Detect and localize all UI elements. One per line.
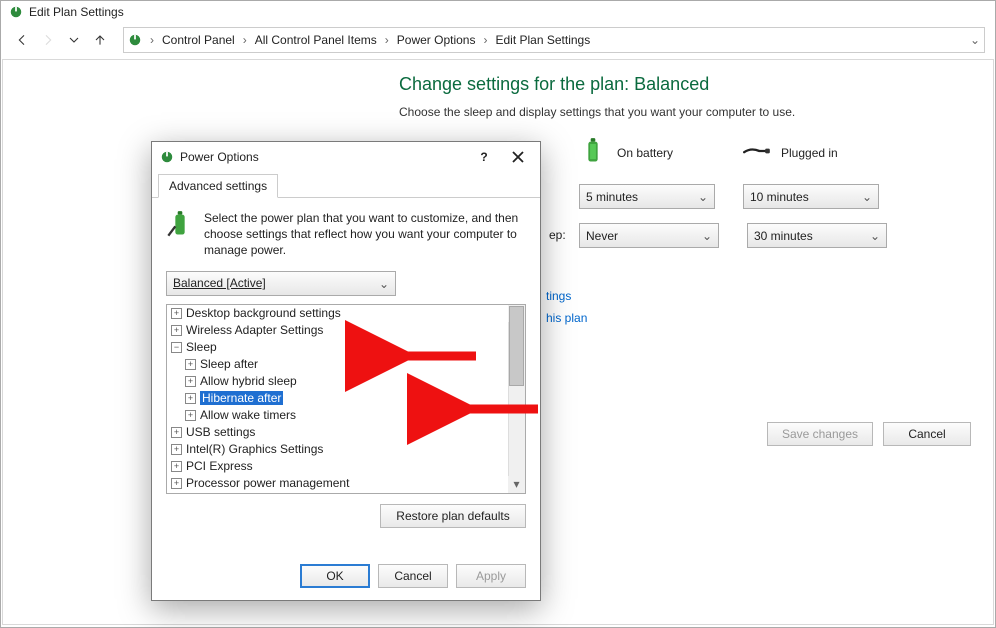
column-header-battery: On battery bbox=[617, 146, 673, 160]
tree-item[interactable]: + Processor power management bbox=[167, 475, 525, 492]
combo-value: Balanced [Active] bbox=[173, 276, 266, 290]
expand-icon[interactable]: + bbox=[171, 461, 182, 472]
tree-item-label: Intel(R) Graphics Settings bbox=[186, 442, 323, 456]
restore-defaults-link[interactable]: his plan bbox=[546, 311, 587, 325]
chevron-down-icon: ⌄ bbox=[870, 229, 880, 243]
advanced-settings-link[interactable]: tings bbox=[546, 289, 571, 303]
breadcrumb[interactable]: All Control Panel Items bbox=[255, 33, 377, 47]
row-label-sleep: ep: bbox=[549, 228, 566, 242]
tree-item-label: Processor power management bbox=[186, 476, 349, 490]
chevron-right-icon: › bbox=[146, 33, 158, 47]
breadcrumb[interactable]: Control Panel bbox=[162, 33, 235, 47]
tree-item[interactable]: + Sleep after bbox=[167, 356, 525, 373]
address-dropdown-icon[interactable]: ⌄ bbox=[970, 33, 980, 47]
expand-icon[interactable]: + bbox=[171, 325, 182, 336]
plug-icon bbox=[743, 137, 771, 168]
recent-dropdown-button[interactable] bbox=[63, 29, 85, 51]
expand-icon[interactable]: + bbox=[171, 427, 182, 438]
expand-icon[interactable]: + bbox=[171, 444, 182, 455]
tree-item-label: Wireless Adapter Settings bbox=[186, 323, 323, 337]
tree-item[interactable]: + Hibernate after bbox=[167, 390, 525, 407]
collapse-icon[interactable]: − bbox=[171, 342, 182, 353]
power-options-icon bbox=[160, 150, 174, 164]
combo-value: Never bbox=[586, 229, 618, 243]
power-plan-combo[interactable]: Balanced [Active] ⌄ bbox=[166, 271, 396, 296]
ok-button[interactable]: OK bbox=[300, 564, 370, 588]
power-options-icon bbox=[166, 210, 194, 241]
settings-tree[interactable]: + Desktop background settings + Wireless Ad… bbox=[166, 304, 526, 494]
window-titlebar: Edit Plan Settings bbox=[1, 1, 995, 23]
address-bar[interactable]: › Control Panel › All Control Panel Item… bbox=[123, 27, 985, 53]
dialog-titlebar[interactable]: Power Options ? bbox=[152, 142, 540, 172]
apply-button[interactable]: Apply bbox=[456, 564, 526, 588]
chevron-down-icon: ⌄ bbox=[698, 190, 708, 204]
tree-item-label: USB settings bbox=[186, 425, 255, 439]
dialog-description: Select the power plan that you want to c… bbox=[204, 210, 526, 259]
cancel-button[interactable]: Cancel bbox=[378, 564, 448, 588]
tree-item-label: Sleep after bbox=[200, 357, 258, 371]
cancel-button[interactable]: Cancel bbox=[883, 422, 971, 446]
scrollbar[interactable]: ▴ ▾ bbox=[508, 305, 525, 493]
scroll-down-icon[interactable]: ▾ bbox=[508, 476, 525, 493]
explorer-navbar: › Control Panel › All Control Panel Item… bbox=[1, 23, 995, 57]
expand-icon[interactable]: + bbox=[171, 478, 182, 489]
page-subtitle: Choose the sleep and display settings th… bbox=[399, 105, 879, 119]
power-options-dialog: Power Options ? Advanced settings Select… bbox=[151, 141, 541, 601]
tab-advanced-settings[interactable]: Advanced settings bbox=[158, 174, 278, 198]
expand-icon[interactable]: + bbox=[185, 393, 196, 404]
breadcrumb[interactable]: Edit Plan Settings bbox=[495, 33, 590, 47]
sleep-battery-combo[interactable]: Never ⌄ bbox=[579, 223, 719, 248]
tree-item-label: Allow hybrid sleep bbox=[200, 374, 297, 388]
back-button[interactable] bbox=[11, 29, 33, 51]
breadcrumb[interactable]: Power Options bbox=[397, 33, 476, 47]
chevron-right-icon: › bbox=[239, 33, 251, 47]
tree-item[interactable]: + USB settings bbox=[167, 424, 525, 441]
tree-item[interactable]: + Desktop background settings bbox=[167, 305, 525, 322]
expand-icon[interactable]: + bbox=[171, 308, 182, 319]
tree-item[interactable]: −Sleep bbox=[167, 339, 525, 356]
chevron-right-icon: › bbox=[479, 33, 491, 47]
expand-icon[interactable]: + bbox=[185, 410, 196, 421]
dialog-tabstrip: Advanced settings bbox=[152, 172, 540, 198]
dialog-title: Power Options bbox=[180, 150, 259, 164]
tree-item-label: Sleep bbox=[186, 340, 217, 354]
scrollbar-thumb[interactable] bbox=[509, 306, 524, 386]
tree-item-label: PCI Express bbox=[186, 459, 253, 473]
expand-icon[interactable]: + bbox=[185, 376, 196, 387]
up-button[interactable] bbox=[89, 29, 111, 51]
tree-item-label: Hibernate after bbox=[200, 391, 283, 405]
tree-item[interactable]: + PCI Express bbox=[167, 458, 525, 475]
expand-icon[interactable]: + bbox=[185, 359, 196, 370]
chevron-down-icon: ⌄ bbox=[379, 277, 389, 291]
chevron-down-icon: ⌄ bbox=[862, 190, 872, 204]
tree-item-label: Desktop background settings bbox=[186, 306, 341, 320]
page-title: Change settings for the plan: Balanced bbox=[399, 74, 879, 95]
tree-item[interactable]: + Wireless Adapter Settings bbox=[167, 322, 525, 339]
restore-defaults-button[interactable]: Restore plan defaults bbox=[380, 504, 526, 528]
tree-item[interactable]: + Allow wake timers bbox=[167, 407, 525, 424]
combo-value: 5 minutes bbox=[586, 190, 638, 204]
battery-icon bbox=[579, 137, 607, 168]
display-off-plugged-combo[interactable]: 10 minutes ⌄ bbox=[743, 184, 879, 209]
help-button[interactable]: ? bbox=[470, 146, 498, 168]
tree-item[interactable]: + Allow hybrid sleep bbox=[167, 373, 525, 390]
chevron-down-icon: ⌄ bbox=[702, 229, 712, 243]
tree-item-label: Allow wake timers bbox=[200, 408, 296, 422]
forward-button[interactable] bbox=[37, 29, 59, 51]
power-options-icon bbox=[9, 5, 23, 19]
combo-value: 30 minutes bbox=[754, 229, 813, 243]
tree-item[interactable]: + Intel(R) Graphics Settings bbox=[167, 441, 525, 458]
window-title: Edit Plan Settings bbox=[29, 5, 124, 19]
chevron-right-icon: › bbox=[381, 33, 393, 47]
close-button[interactable] bbox=[504, 146, 532, 168]
power-options-icon bbox=[128, 33, 142, 47]
display-off-battery-combo[interactable]: 5 minutes ⌄ bbox=[579, 184, 715, 209]
column-header-plugged: Plugged in bbox=[781, 146, 838, 160]
save-button[interactable]: Save changes bbox=[767, 422, 873, 446]
sleep-plugged-combo[interactable]: 30 minutes ⌄ bbox=[747, 223, 887, 248]
combo-value: 10 minutes bbox=[750, 190, 809, 204]
